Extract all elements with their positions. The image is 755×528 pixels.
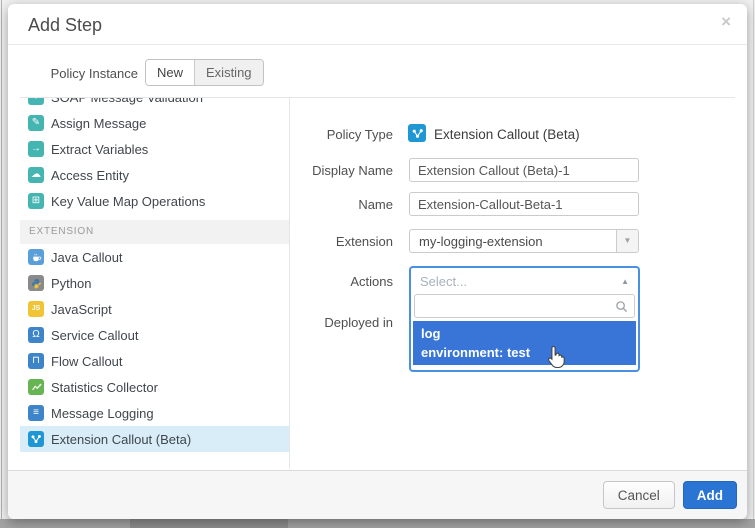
policy-type-icon bbox=[408, 124, 426, 142]
chevron-down-icon: ▼ bbox=[624, 236, 632, 245]
toggle-existing-button[interactable]: Existing bbox=[194, 60, 263, 85]
message-logging-icon: ≡ bbox=[28, 405, 44, 421]
soap-message-validation-icon: ✳ bbox=[28, 98, 44, 105]
actions-option-title: log bbox=[421, 324, 628, 343]
actions-dropdown-placeholder: Select... bbox=[420, 274, 467, 289]
extension-select-arrow-button[interactable]: ▼ bbox=[616, 230, 638, 252]
search-icon bbox=[615, 300, 628, 318]
dialog-footer: Cancel Add bbox=[8, 470, 747, 519]
policy-type-label: Policy Type bbox=[233, 127, 393, 142]
sidebar-item-label: Java Callout bbox=[51, 250, 123, 265]
add-step-dialog: Add Step × Policy Instance New Existing … bbox=[8, 4, 747, 519]
dialog-body: ✳ SOAP Message Validation ✎ Assign Messa… bbox=[20, 97, 735, 469]
sidebar-item-label: Statistics Collector bbox=[51, 380, 158, 395]
close-icon[interactable]: × bbox=[721, 12, 731, 32]
background-page-strip bbox=[0, 519, 755, 528]
sidebar-item-flow-callout[interactable]: ⊓ Flow Callout bbox=[20, 348, 289, 374]
add-button[interactable]: Add bbox=[683, 481, 737, 509]
background-page-block bbox=[130, 519, 288, 528]
python-icon bbox=[28, 275, 44, 291]
sidebar-item-label: Service Callout bbox=[51, 328, 138, 343]
extension-callout-icon bbox=[28, 431, 44, 447]
extract-variables-icon: → bbox=[28, 141, 44, 157]
actions-label: Actions bbox=[233, 274, 393, 289]
actions-search-input[interactable] bbox=[414, 294, 635, 318]
deployed-in-label: Deployed in bbox=[233, 315, 393, 330]
service-callout-icon: Ω bbox=[28, 327, 44, 343]
sidebar-item-label: Flow Callout bbox=[51, 354, 123, 369]
display-name-label: Display Name bbox=[233, 163, 393, 178]
chevron-up-icon: ▲ bbox=[621, 277, 629, 286]
dialog-title: Add Step bbox=[28, 15, 102, 36]
actions-option-subtitle: environment: test bbox=[421, 343, 628, 362]
policy-instance-row: Policy Instance New Existing bbox=[8, 45, 747, 97]
actions-option-log[interactable]: log environment: test bbox=[413, 321, 636, 365]
name-input[interactable] bbox=[409, 192, 639, 216]
name-label: Name bbox=[233, 197, 393, 212]
dialog-header: Add Step × bbox=[8, 4, 747, 45]
sidebar-item-label: Python bbox=[51, 276, 91, 291]
policy-instance-label: Policy Instance bbox=[8, 66, 138, 81]
javascript-icon: JS bbox=[28, 301, 44, 317]
sidebar-item-label: Extension Callout (Beta) bbox=[51, 432, 191, 447]
extension-select-value: my-logging-extension bbox=[419, 234, 543, 249]
access-entity-icon: ☁ bbox=[28, 167, 44, 183]
flow-callout-icon: ⊓ bbox=[28, 353, 44, 369]
extension-select[interactable]: my-logging-extension ▼ bbox=[409, 229, 639, 253]
sidebar-item-label: Key Value Map Operations bbox=[51, 194, 205, 209]
sidebar-item-message-logging[interactable]: ≡ Message Logging bbox=[20, 400, 289, 426]
sidebar-item-label: Access Entity bbox=[51, 168, 129, 183]
display-name-input[interactable] bbox=[409, 158, 639, 182]
policy-type-value: Extension Callout (Beta) bbox=[434, 127, 580, 142]
actions-dropdown: Select... ▲ log environment: test bbox=[409, 266, 640, 372]
sidebar-item-label: JavaScript bbox=[51, 302, 112, 317]
sidebar-item-label: Assign Message bbox=[51, 116, 146, 131]
page-background: Add Step × Policy Instance New Existing … bbox=[0, 0, 755, 528]
actions-dropdown-header[interactable]: Select... ▲ bbox=[411, 268, 638, 294]
sidebar-item-soap-message-validation[interactable]: ✳ SOAP Message Validation bbox=[20, 98, 289, 110]
key-value-map-icon: ⊞ bbox=[28, 193, 44, 209]
page-edge-line bbox=[753, 0, 754, 519]
java-callout-icon bbox=[28, 249, 44, 265]
sidebar-item-extension-callout-beta[interactable]: Extension Callout (Beta) bbox=[20, 426, 289, 452]
sidebar-item-statistics-collector[interactable]: Statistics Collector bbox=[20, 374, 289, 400]
sidebar-item-label: Message Logging bbox=[51, 406, 154, 421]
sidebar-item-label: Extract Variables bbox=[51, 142, 148, 157]
cancel-button[interactable]: Cancel bbox=[603, 481, 675, 509]
sidebar-item-label: SOAP Message Validation bbox=[51, 98, 203, 105]
toggle-new-button[interactable]: New bbox=[146, 60, 194, 85]
extension-label: Extension bbox=[233, 234, 393, 249]
assign-message-icon: ✎ bbox=[28, 115, 44, 131]
statistics-collector-icon bbox=[28, 379, 44, 395]
policy-instance-toggle: New Existing bbox=[145, 59, 264, 86]
actions-search-wrap bbox=[414, 294, 635, 318]
page-edge-line bbox=[1, 0, 2, 519]
